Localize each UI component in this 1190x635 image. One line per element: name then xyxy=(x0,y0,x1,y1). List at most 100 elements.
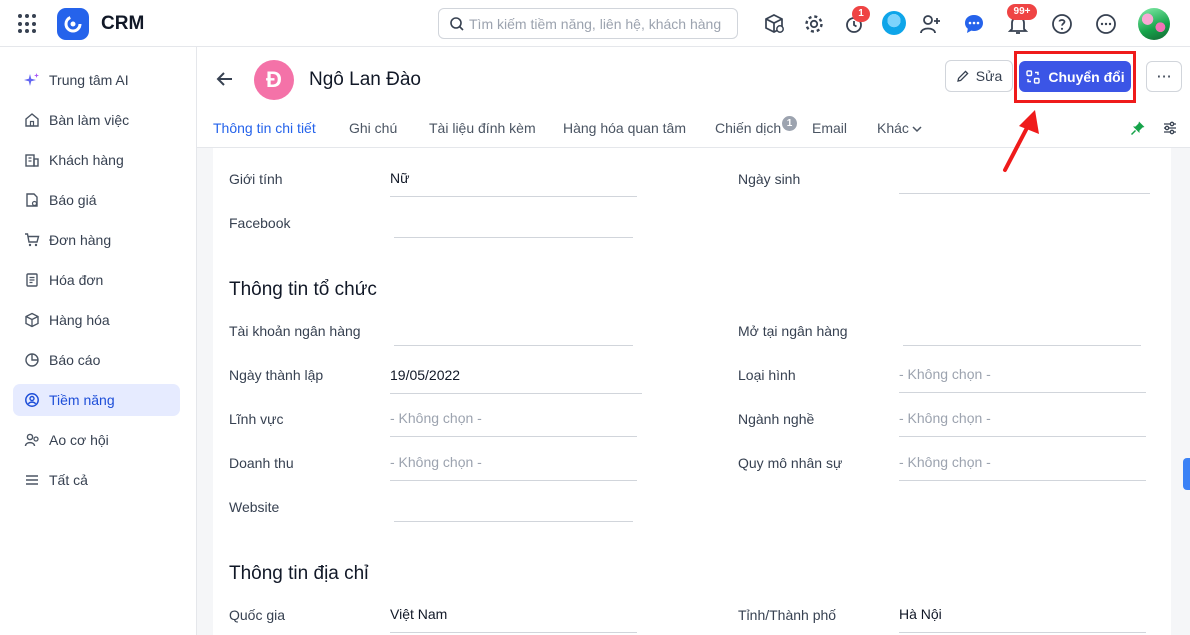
sidebar-item-label: Tiềm năng xyxy=(49,392,115,408)
sidebar-item-label: Đơn hàng xyxy=(49,232,112,248)
menu-icon xyxy=(24,472,40,488)
settings-sliders-icon[interactable] xyxy=(1162,120,1178,136)
top-bar: CRM 1 99+ xyxy=(0,0,1190,47)
founded-date-label: Ngày thành lập xyxy=(229,367,324,383)
address-section-title: Thông tin địa chỉ xyxy=(229,563,369,584)
box-icon xyxy=(24,312,40,328)
sidebar-item-label: Trung tâm AI xyxy=(49,72,129,88)
sidebar-item-customers[interactable]: Khách hàng xyxy=(13,144,180,176)
staff-size-select[interactable]: - Không chọn - xyxy=(899,453,1146,481)
tab-more[interactable]: Khác xyxy=(877,120,922,136)
website-label: Website xyxy=(229,499,280,515)
field-select[interactable]: - Không chọn - xyxy=(390,409,637,437)
notification-count-badge: 99+ xyxy=(1007,4,1037,20)
organization-section-title: Thông tin tổ chức xyxy=(229,279,377,300)
bank-account-label: Tài khoản ngân hàng xyxy=(229,323,361,339)
app-launcher-icon[interactable] xyxy=(18,14,38,34)
app-title: CRM xyxy=(101,13,145,34)
website-field[interactable] xyxy=(394,494,633,522)
sidebar-item-quotes[interactable]: Báo giá xyxy=(13,184,180,216)
lead-name: Ngô Lan Đào xyxy=(309,69,421,90)
sidebar-item-label: Báo giá xyxy=(49,192,97,208)
lead-avatar: Đ xyxy=(254,60,294,100)
convert-icon xyxy=(1026,69,1041,84)
more-actions-button[interactable]: ··· xyxy=(1146,61,1182,92)
revenue-select[interactable]: - Không chọn - xyxy=(390,453,637,481)
sidebar-item-label: Tất cả xyxy=(49,472,88,488)
convert-button-label: Chuyển đổi xyxy=(1048,68,1125,85)
chevron-down-icon xyxy=(912,126,922,133)
reminder-count-badge: 1 xyxy=(852,6,870,22)
package-check-icon[interactable] xyxy=(762,12,786,36)
bank-field[interactable] xyxy=(903,318,1141,346)
back-arrow-icon[interactable] xyxy=(215,69,235,89)
tab-more-label: Khác xyxy=(877,120,909,136)
profile-picture[interactable] xyxy=(1138,8,1170,40)
campaign-count-badge: 1 xyxy=(782,116,797,131)
tab-notes[interactable]: Ghi chú xyxy=(349,120,397,136)
business-type-select[interactable]: - Không chọn - xyxy=(899,365,1146,393)
invoice-icon xyxy=(24,272,40,288)
sidebar-item-label: Khách hàng xyxy=(49,152,124,168)
staff-size-label: Quy mô nhân sự xyxy=(738,455,843,471)
sidebar-item-ai-center[interactable]: Trung tâm AI xyxy=(13,64,180,96)
province-field[interactable]: Hà Nội xyxy=(899,605,1146,633)
cart-icon xyxy=(24,232,40,248)
field-label: Lĩnh vực xyxy=(229,411,284,427)
tab-details[interactable]: Thông tin chi tiết xyxy=(213,120,316,136)
sidebar-item-workspace[interactable]: Bàn làm việc xyxy=(13,104,180,136)
pie-chart-icon xyxy=(24,352,40,368)
chat-bubble-icon[interactable] xyxy=(962,12,986,36)
convert-button[interactable]: Chuyển đổi xyxy=(1019,61,1131,92)
building-icon xyxy=(24,152,40,168)
sidebar-item-all[interactable]: Tất cả xyxy=(13,464,180,496)
tab-email[interactable]: Email xyxy=(812,120,847,136)
user-avatar[interactable] xyxy=(882,11,906,35)
bank-account-field[interactable] xyxy=(394,318,633,346)
sidebar-item-reports[interactable]: Báo cáo xyxy=(13,344,180,376)
sidebar-item-label: Ao cơ hội xyxy=(49,432,109,448)
sparkle-icon xyxy=(24,72,40,88)
sidebar-item-invoices[interactable]: Hóa đơn xyxy=(13,264,180,296)
detail-content: Giới tính Nữ Ngày sinh Facebook Thông ti… xyxy=(213,148,1171,635)
global-search[interactable] xyxy=(438,8,738,39)
home-icon xyxy=(24,112,40,128)
tab-attachments[interactable]: Tài liệu đính kèm xyxy=(429,120,536,136)
bank-label: Mở tại ngân hàng xyxy=(738,323,848,339)
tab-products-of-interest[interactable]: Hàng hóa quan tâm xyxy=(563,120,686,136)
country-field[interactable]: Việt Nam xyxy=(390,605,637,633)
gender-label: Giới tính xyxy=(229,171,283,187)
opportunity-icon xyxy=(24,432,40,448)
sidebar-item-leads[interactable]: Tiềm năng xyxy=(13,384,180,416)
scrollbar-handle[interactable] xyxy=(1183,458,1190,490)
sidebar: Trung tâm AI Bàn làm việc Khách hàng Báo… xyxy=(0,47,197,635)
tab-campaigns[interactable]: Chiến dịch xyxy=(715,120,781,136)
sidebar-item-label: Hóa đơn xyxy=(49,272,104,288)
annotation-arrow-icon xyxy=(1003,110,1039,172)
founded-date-field[interactable]: 19/05/2022 xyxy=(390,366,642,394)
more-options-icon[interactable] xyxy=(1094,12,1118,36)
help-icon[interactable] xyxy=(1050,12,1074,36)
birthday-label: Ngày sinh xyxy=(738,171,801,187)
crm-logo-icon[interactable] xyxy=(57,8,89,40)
search-input[interactable] xyxy=(469,14,731,34)
facebook-field[interactable] xyxy=(394,210,633,238)
pencil-icon xyxy=(956,70,969,82)
facebook-label: Facebook xyxy=(229,215,291,231)
quote-icon xyxy=(24,192,40,208)
sidebar-item-orders[interactable]: Đơn hàng xyxy=(13,224,180,256)
industry-label: Ngành nghề xyxy=(738,411,815,427)
sidebar-item-products[interactable]: Hàng hóa xyxy=(13,304,180,336)
pin-icon[interactable] xyxy=(1130,120,1146,136)
sidebar-item-label: Báo cáo xyxy=(49,352,101,368)
sidebar-item-label: Hàng hóa xyxy=(49,312,110,328)
gear-icon[interactable] xyxy=(802,12,826,36)
sidebar-item-opportunities[interactable]: Ao cơ hội xyxy=(13,424,180,456)
gender-field[interactable]: Nữ xyxy=(390,169,637,197)
province-label: Tỉnh/Thành phố xyxy=(738,607,837,623)
industry-select[interactable]: - Không chọn - xyxy=(899,409,1146,437)
add-user-icon[interactable] xyxy=(918,12,942,36)
sidebar-item-label: Bàn làm việc xyxy=(49,112,130,128)
edit-button-label: Sửa xyxy=(975,68,1003,84)
edit-button[interactable]: Sửa xyxy=(945,60,1013,92)
